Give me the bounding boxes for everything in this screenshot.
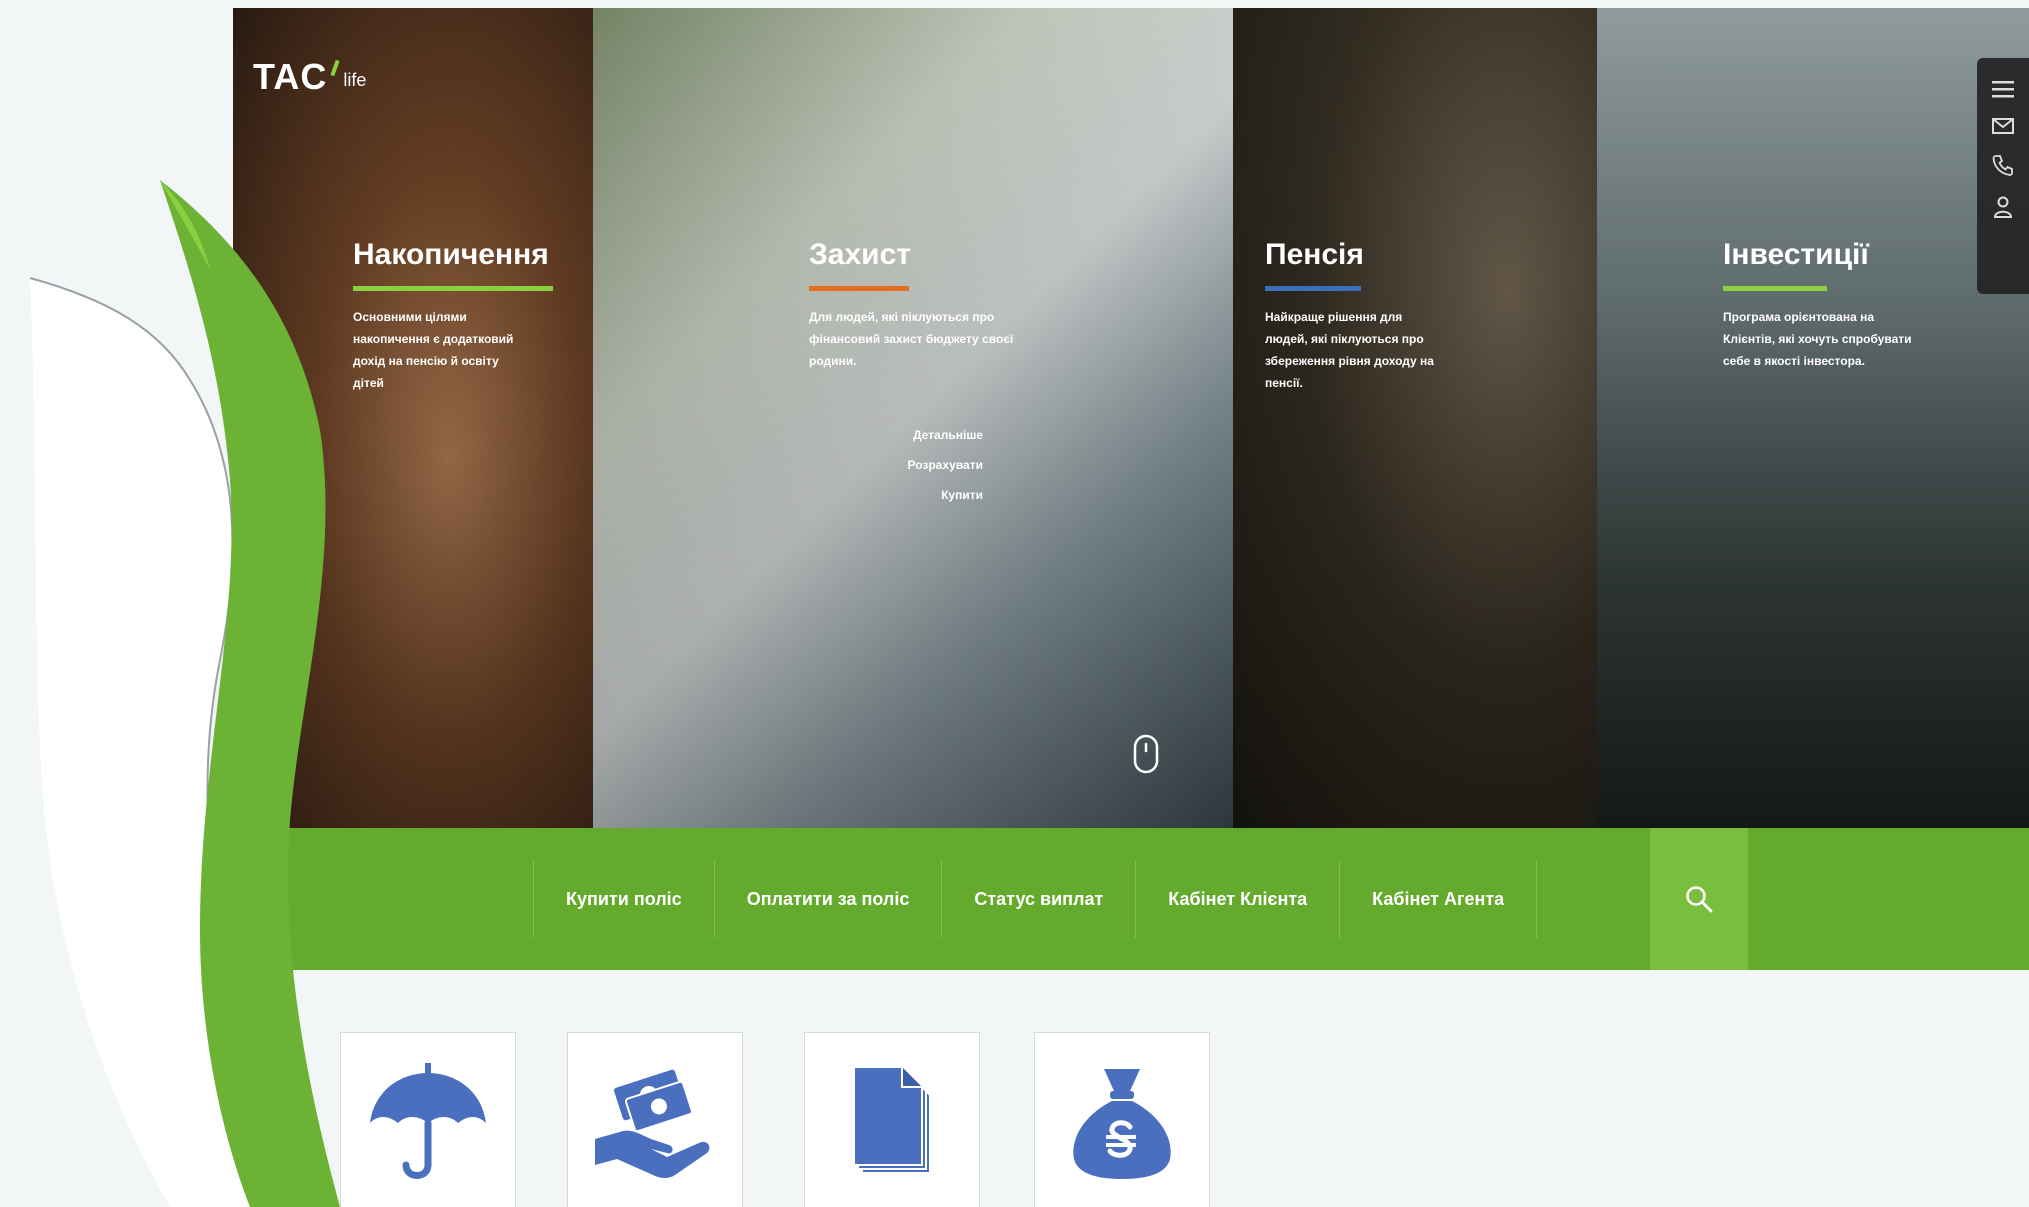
panel-protection[interactable]: Захист Для людей, які піклуються про фін… [593, 8, 1233, 828]
panel-underline [1723, 286, 1827, 291]
side-toolbar [1977, 58, 2029, 294]
menu-icon[interactable] [1992, 80, 2014, 98]
money-hand-icon [595, 1069, 710, 1178]
panel-title-pension: Пенсія [1265, 238, 1364, 271]
mail-icon[interactable] [1992, 118, 2014, 134]
nav-agent-cabinet[interactable]: Кабінет Агента [1340, 889, 1536, 910]
panel-pension[interactable]: Пенсія Найкраще рішення для людей, які п… [1233, 8, 1597, 828]
decorative-leaf [29, 180, 340, 1207]
money-bag-icon [1073, 1069, 1171, 1179]
documents-icon [853, 1066, 931, 1174]
buy-link[interactable]: Купити [941, 488, 983, 502]
panel-title-protection: Захист [809, 238, 911, 271]
search-button[interactable] [1650, 828, 1748, 970]
panel-title-investments: Інвестиції [1723, 238, 1869, 271]
main-nav-bar: Купити поліс Оплатити за поліс Статус ви… [233, 828, 2029, 970]
nav-payment-status[interactable]: Статус виплат [942, 889, 1135, 910]
panel-links: Детальніше Розрахувати Купити [863, 428, 984, 502]
details-link[interactable]: Детальніше [913, 428, 983, 442]
phone-icon[interactable] [1992, 154, 2014, 176]
nav-items: Купити поліс Оплатити за поліс Статус ви… [533, 828, 1538, 970]
panel-desc-protection: Для людей, які піклуються про фінансовий… [809, 310, 1014, 368]
scroll-mouse-icon[interactable] [1133, 734, 1159, 774]
panel-desc-pension: Найкраще рішення для людей, які піклують… [1265, 310, 1434, 390]
card-documents[interactable] [804, 1032, 980, 1207]
panel-investments[interactable]: Інвестиції Програма орієнтована на Клієн… [1597, 8, 2029, 828]
hero-panels: TAC life Накопичення Основними цілями на… [233, 8, 2029, 828]
user-icon[interactable] [1993, 196, 2013, 218]
panel-desc-investments: Програма орієнтована на Клієнтів, які хо… [1723, 310, 1912, 368]
nav-pay-policy[interactable]: Оплатити за поліс [715, 889, 942, 910]
calculate-link[interactable]: Розрахувати [908, 458, 984, 472]
search-icon [1686, 886, 1713, 913]
card-money-bag[interactable] [1034, 1032, 1210, 1207]
card-money-hand[interactable] [567, 1032, 743, 1207]
panel-underline [1265, 286, 1361, 291]
nav-buy-policy[interactable]: Купити поліс [534, 889, 714, 910]
panel-underline [809, 286, 909, 291]
page: TAC life Накопичення Основними цілями на… [0, 0, 2029, 1207]
nav-client-cabinet[interactable]: Кабінет Клієнта [1136, 889, 1339, 910]
